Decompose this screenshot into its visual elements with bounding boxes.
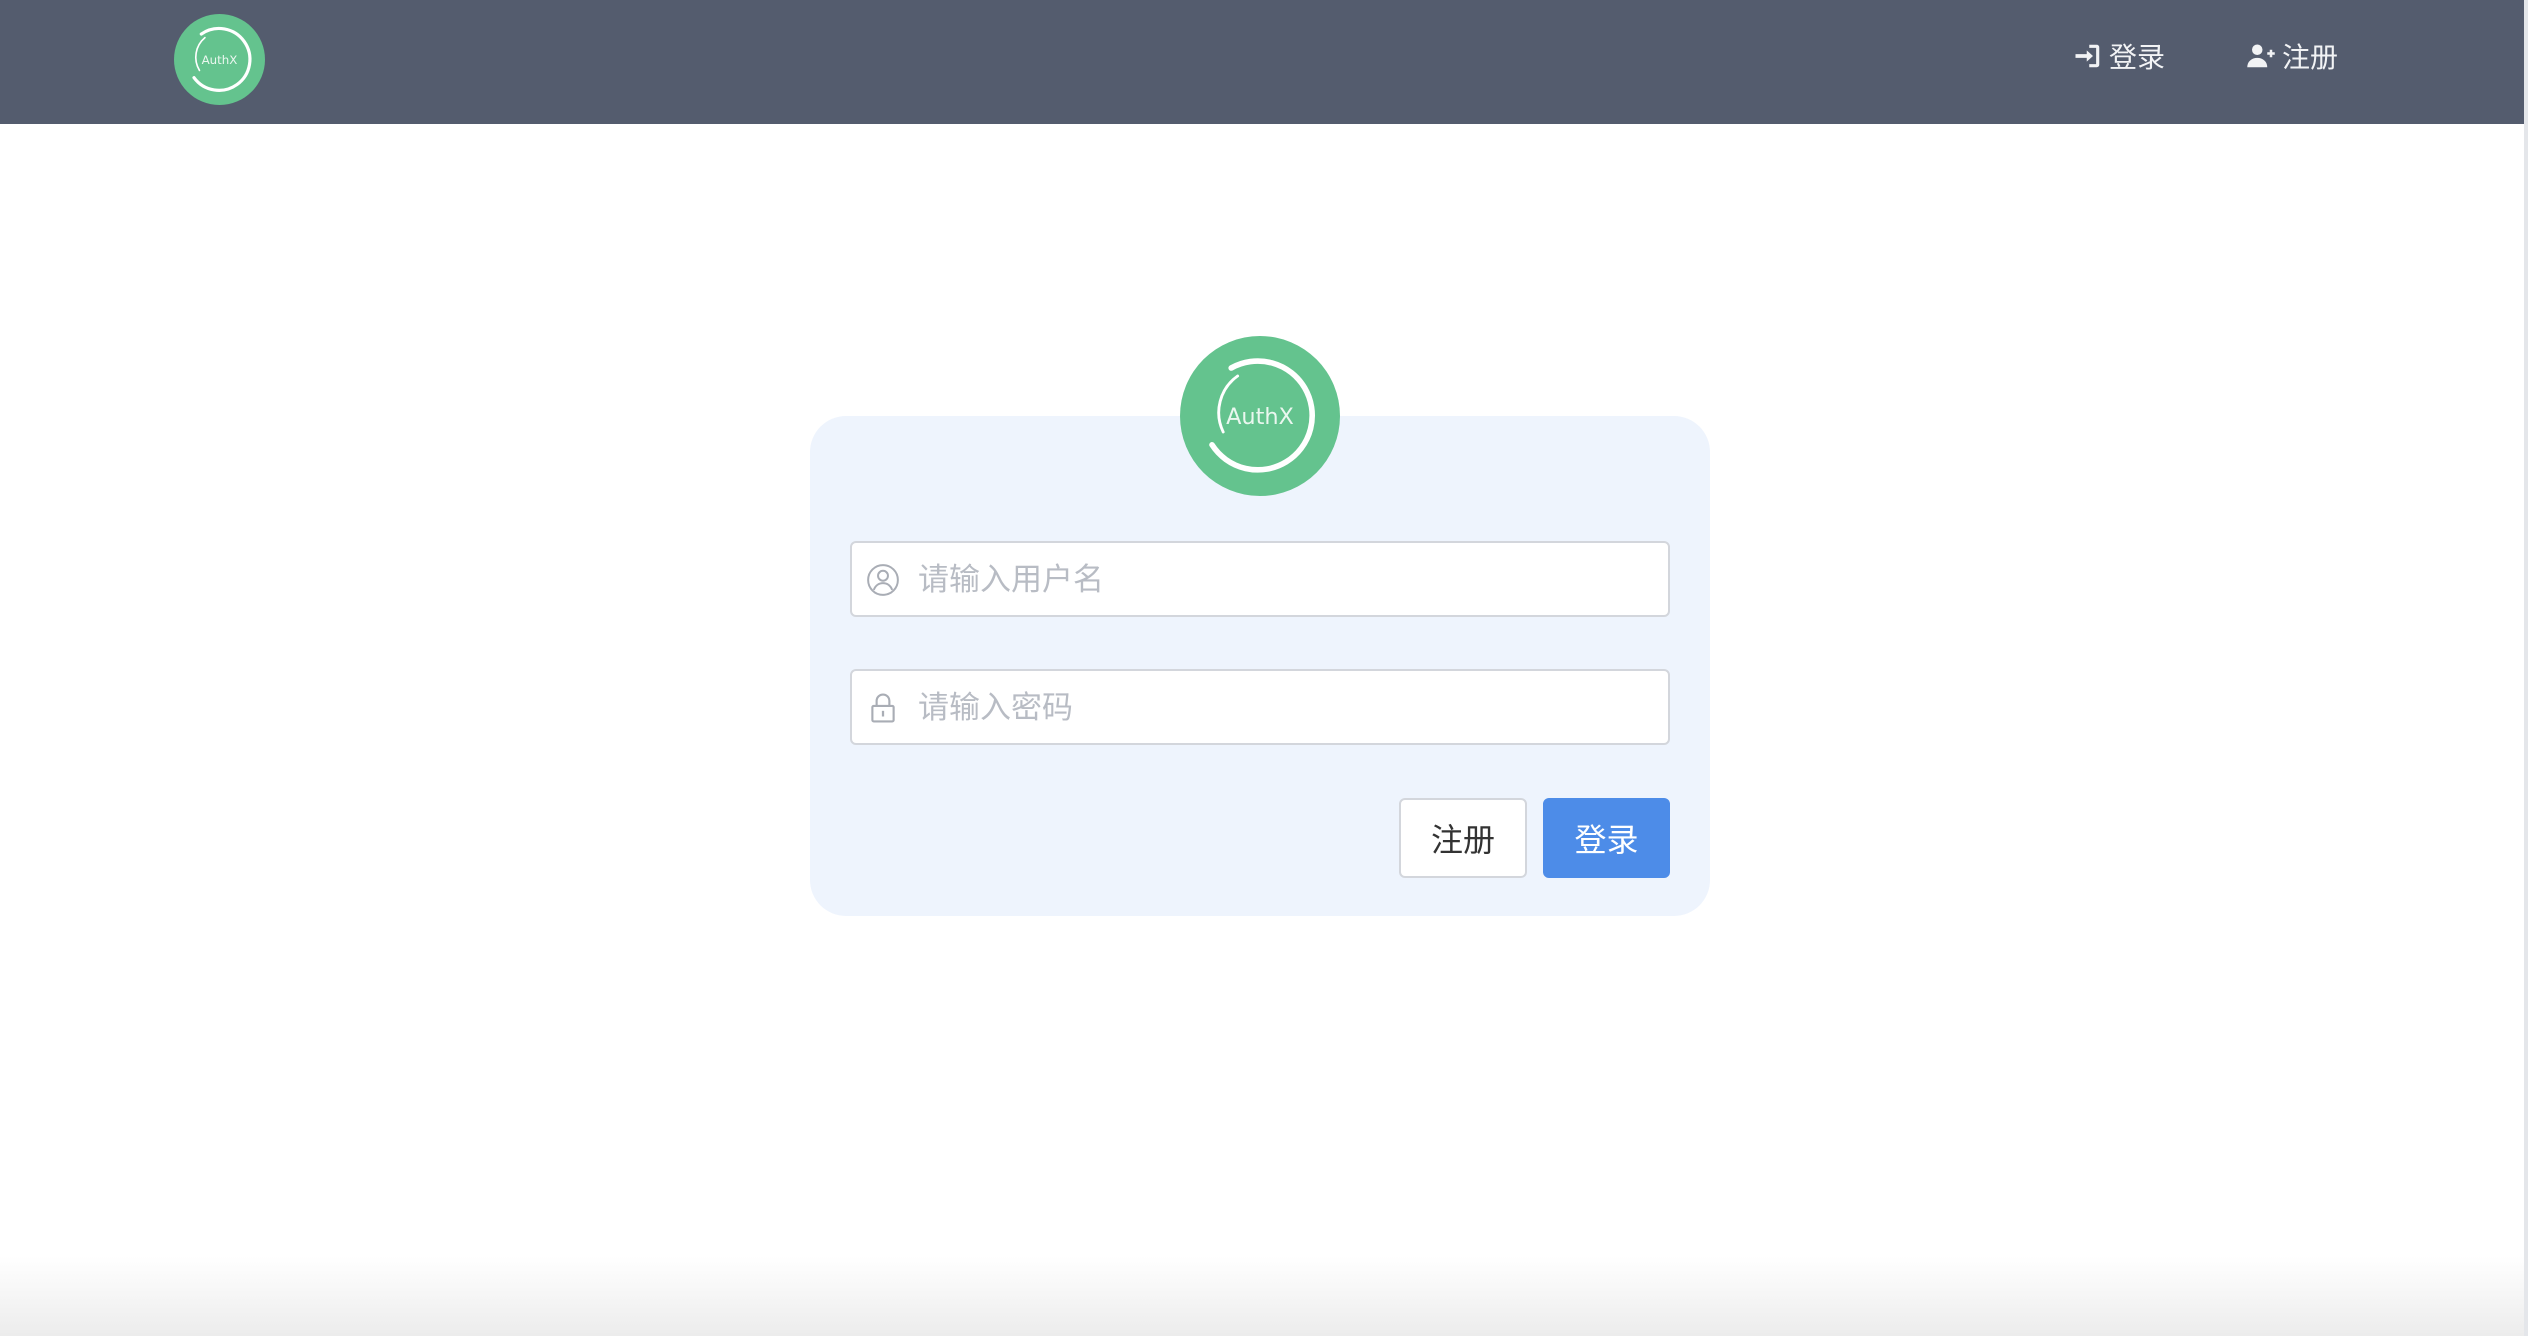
user-circle-icon [866, 563, 900, 597]
card-logo-text: AuthX [1226, 404, 1294, 430]
username-field [850, 541, 1670, 617]
password-input[interactable] [916, 671, 1660, 745]
logo-ring-icon: AuthX [192, 26, 252, 92]
top-navbar: AuthX 登录 注册 [0, 0, 2524, 124]
sign-in-icon [2073, 41, 2103, 71]
user-plus-icon [2246, 41, 2276, 71]
nav-logo-text: AuthX [202, 53, 238, 67]
password-field [850, 669, 1670, 745]
nav-login-label: 登录 [2109, 41, 2166, 74]
window-edge [2524, 0, 2528, 1336]
nav-login-link[interactable]: 登录 [2073, 34, 2165, 78]
login-button[interactable]: 登录 [1543, 798, 1670, 878]
bottom-shadow [0, 1256, 2524, 1336]
register-button[interactable]: 注册 [1399, 798, 1527, 878]
lock-icon [866, 691, 900, 725]
nav-register-label: 注册 [2282, 41, 2339, 74]
nav-register-link[interactable]: 注册 [2246, 34, 2338, 78]
logo-ring-icon: AuthX [1209, 358, 1315, 473]
login-card-logo: AuthX [1180, 336, 1340, 496]
nav-logo[interactable]: AuthX [174, 14, 265, 105]
username-input[interactable] [916, 543, 1660, 617]
